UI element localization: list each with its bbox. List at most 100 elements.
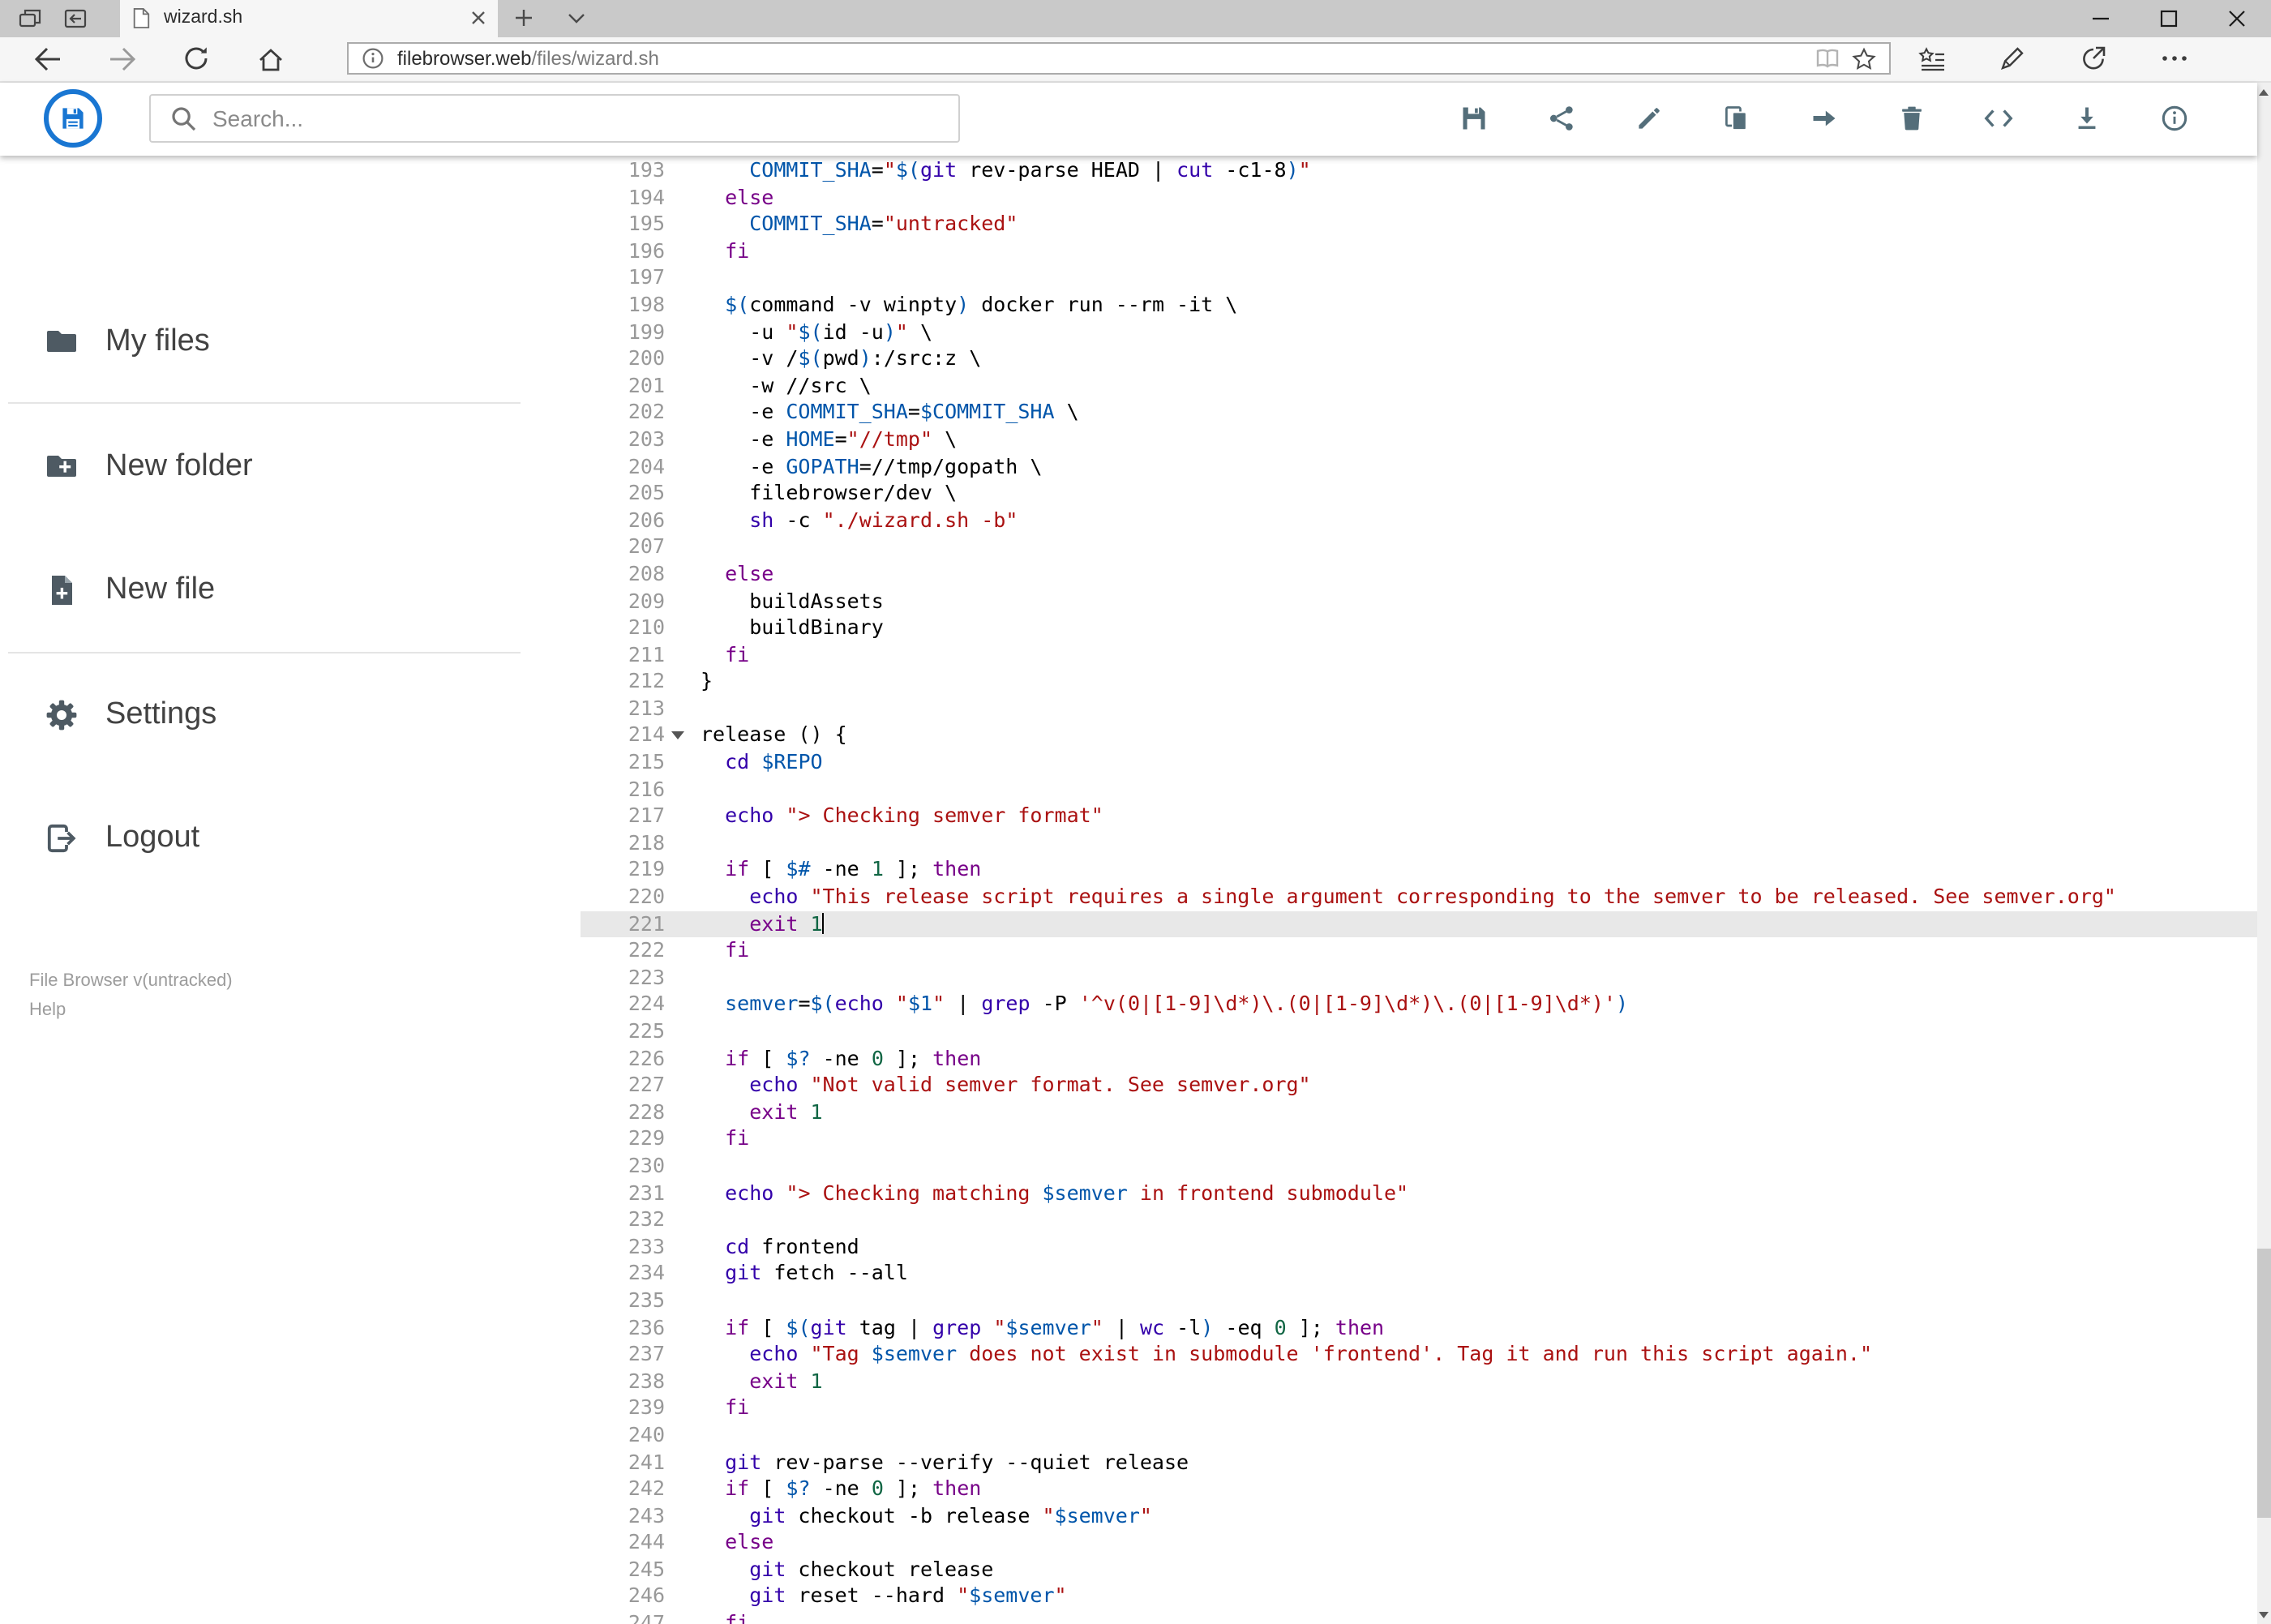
help-link[interactable]: Help xyxy=(29,995,233,1024)
line-number[interactable]: 207 xyxy=(581,534,665,561)
line-number[interactable]: 211 xyxy=(581,641,665,668)
line-number[interactable]: 215 xyxy=(581,749,665,776)
code-line-195[interactable]: 195 COMMIT_SHA="untracked" xyxy=(581,211,2256,238)
line-number[interactable]: 214 xyxy=(581,722,665,749)
browser-menu-button[interactable] xyxy=(2134,36,2215,81)
line-number[interactable]: 237 xyxy=(581,1341,665,1368)
line-number[interactable]: 219 xyxy=(581,857,665,884)
share-button[interactable] xyxy=(1517,82,1605,155)
line-number[interactable]: 246 xyxy=(581,1583,665,1610)
line-number[interactable]: 221 xyxy=(581,911,665,937)
copy-button[interactable] xyxy=(1692,82,1780,155)
code-line-232[interactable]: 232 xyxy=(581,1206,2256,1233)
code-line-222[interactable]: 222 fi xyxy=(581,937,2256,964)
line-number[interactable]: 229 xyxy=(581,1126,665,1153)
code-line-198[interactable]: 198 $(command -v winpty) docker run --rm… xyxy=(581,292,2256,319)
line-number[interactable]: 226 xyxy=(581,1045,665,1072)
address-bar[interactable]: filebrowser.web/files/wizard.sh xyxy=(347,42,1891,75)
code-line-196[interactable]: 196 fi xyxy=(581,238,2256,265)
new-tab-button[interactable] xyxy=(498,0,550,36)
sidebar-item-new-file[interactable]: New file xyxy=(0,565,581,614)
minimize-button[interactable] xyxy=(2067,0,2135,36)
line-number[interactable]: 196 xyxy=(581,238,665,265)
code-line-227[interactable]: 227 echo "Not valid semver format. See s… xyxy=(581,1072,2256,1099)
line-number[interactable]: 242 xyxy=(581,1476,665,1502)
line-number[interactable]: 201 xyxy=(581,373,665,400)
code-line-237[interactable]: 237 echo "Tag $semver does not exist in … xyxy=(581,1341,2256,1368)
line-number[interactable]: 239 xyxy=(581,1395,665,1422)
line-number[interactable]: 203 xyxy=(581,426,665,453)
line-number[interactable]: 210 xyxy=(581,615,665,641)
line-number[interactable]: 204 xyxy=(581,453,665,480)
code-line-212[interactable]: 212} xyxy=(581,669,2256,696)
code-line-242[interactable]: 242 if [ $? -ne 0 ]; then xyxy=(581,1476,2256,1502)
delete-button[interactable] xyxy=(1867,82,1955,155)
save-button[interactable] xyxy=(1429,82,1517,155)
line-number[interactable]: 218 xyxy=(581,830,665,857)
code-line-228[interactable]: 228 exit 1 xyxy=(581,1099,2256,1126)
code-line-205[interactable]: 205 filebrowser/dev \ xyxy=(581,480,2256,507)
code-line-209[interactable]: 209 buildAssets xyxy=(581,588,2256,615)
line-number[interactable]: 231 xyxy=(581,1180,665,1206)
set-tabs-aside-button[interactable] xyxy=(52,0,97,36)
line-number[interactable]: 227 xyxy=(581,1072,665,1099)
scroll-up-button[interactable] xyxy=(2256,82,2271,101)
code-line-202[interactable]: 202 -e COMMIT_SHA=$COMMIT_SHA \ xyxy=(581,400,2256,426)
line-number[interactable]: 230 xyxy=(581,1153,665,1180)
code-line-193[interactable]: 193 COMMIT_SHA="$(git rev-parse HEAD | c… xyxy=(581,157,2256,184)
line-number[interactable]: 208 xyxy=(581,561,665,588)
code-line-230[interactable]: 230 xyxy=(581,1153,2256,1180)
line-number[interactable]: 194 xyxy=(581,184,665,211)
line-number[interactable]: 233 xyxy=(581,1234,665,1261)
vertical-scrollbar[interactable] xyxy=(2256,82,2271,1624)
line-number[interactable]: 228 xyxy=(581,1099,665,1126)
code-line-238[interactable]: 238 exit 1 xyxy=(581,1368,2256,1395)
refresh-button[interactable] xyxy=(159,36,234,81)
code-line-224[interactable]: 224 semver=$(echo "$1" | grep -P '^v(0|[… xyxy=(581,992,2256,1018)
close-window-button[interactable] xyxy=(2203,0,2271,36)
line-number[interactable]: 198 xyxy=(581,292,665,319)
code-line-201[interactable]: 201 -w //src \ xyxy=(581,373,2256,400)
code-line-245[interactable]: 245 git checkout release xyxy=(581,1557,2256,1583)
line-number[interactable]: 234 xyxy=(581,1261,665,1288)
sidebar-item-my-files[interactable]: My files xyxy=(0,317,581,366)
code-line-215[interactable]: 215 cd $REPO xyxy=(581,749,2256,776)
code-line-218[interactable]: 218 xyxy=(581,830,2256,857)
code-line-213[interactable]: 213 xyxy=(581,696,2256,722)
code-line-199[interactable]: 199 -u "$(id -u)" \ xyxy=(581,319,2256,345)
line-number[interactable]: 209 xyxy=(581,588,665,615)
code-line-241[interactable]: 241 git rev-parse --verify --quiet relea… xyxy=(581,1449,2256,1476)
line-number[interactable]: 202 xyxy=(581,400,665,426)
code-line-239[interactable]: 239 fi xyxy=(581,1395,2256,1422)
code-line-194[interactable]: 194 else xyxy=(581,184,2256,211)
info-button[interactable] xyxy=(2130,82,2217,155)
code-line-226[interactable]: 226 if [ $? -ne 0 ]; then xyxy=(581,1045,2256,1072)
home-button[interactable] xyxy=(234,36,308,81)
line-number[interactable]: 245 xyxy=(581,1557,665,1583)
code-line-236[interactable]: 236 if [ $(git tag | grep "$semver" | wc… xyxy=(581,1314,2256,1341)
line-number[interactable]: 205 xyxy=(581,480,665,507)
line-number[interactable]: 247 xyxy=(581,1610,665,1624)
hub-button[interactable] xyxy=(1891,36,1972,81)
line-number[interactable]: 220 xyxy=(581,884,665,911)
code-line-244[interactable]: 244 else xyxy=(581,1530,2256,1557)
site-info-icon[interactable] xyxy=(362,47,384,70)
code-line-214[interactable]: 214 release () { xyxy=(581,722,2256,749)
line-number[interactable]: 199 xyxy=(581,319,665,345)
reading-view-button[interactable] xyxy=(1815,47,1840,70)
line-number[interactable]: 223 xyxy=(581,965,665,992)
code-line-225[interactable]: 225 xyxy=(581,1018,2256,1045)
add-favorite-button[interactable] xyxy=(1852,46,1876,71)
line-number[interactable]: 197 xyxy=(581,265,665,292)
line-number[interactable]: 195 xyxy=(581,211,665,238)
code-line-200[interactable]: 200 -v /$(pwd):/src:z \ xyxy=(581,345,2256,372)
code-line-216[interactable]: 216 xyxy=(581,776,2256,803)
code-view-button[interactable] xyxy=(1955,82,2042,155)
code-line-208[interactable]: 208 else xyxy=(581,561,2256,588)
code-line-233[interactable]: 233 cd frontend xyxy=(581,1234,2256,1261)
line-number[interactable]: 240 xyxy=(581,1422,665,1449)
tab-list-button[interactable] xyxy=(550,0,602,36)
filebrowser-logo[interactable] xyxy=(44,88,102,147)
code-line-221[interactable]: 221 exit 1 xyxy=(581,911,2256,938)
code-line-246[interactable]: 246 git reset --hard "$semver" xyxy=(581,1583,2256,1610)
